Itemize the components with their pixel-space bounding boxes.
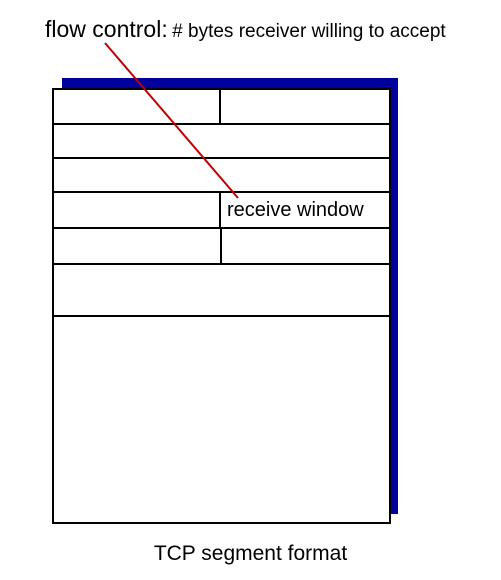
- segment-row-window: receive window: [54, 193, 389, 229]
- segment-row-checksum: [54, 229, 389, 265]
- row-divider: [220, 229, 222, 263]
- segment-row-options: [54, 265, 389, 317]
- tcp-segment-diagram: receive window: [52, 88, 391, 524]
- diagram-caption: TCP segment format: [153, 542, 348, 565]
- segment-row-sequence: [54, 125, 389, 159]
- receive-window-field: receive window: [227, 199, 364, 221]
- flow-control-annotation: flow control: # bytes receiver willing t…: [45, 16, 446, 43]
- annotation-lead: flow control:: [45, 16, 168, 42]
- segment-row-data: [54, 317, 389, 522]
- segment-row-ack: [54, 159, 389, 193]
- row-divider: [219, 90, 221, 123]
- annotation-text: # bytes receiver willing to accept: [172, 21, 446, 42]
- segment-row-ports: [54, 90, 389, 125]
- row-divider: [219, 193, 221, 227]
